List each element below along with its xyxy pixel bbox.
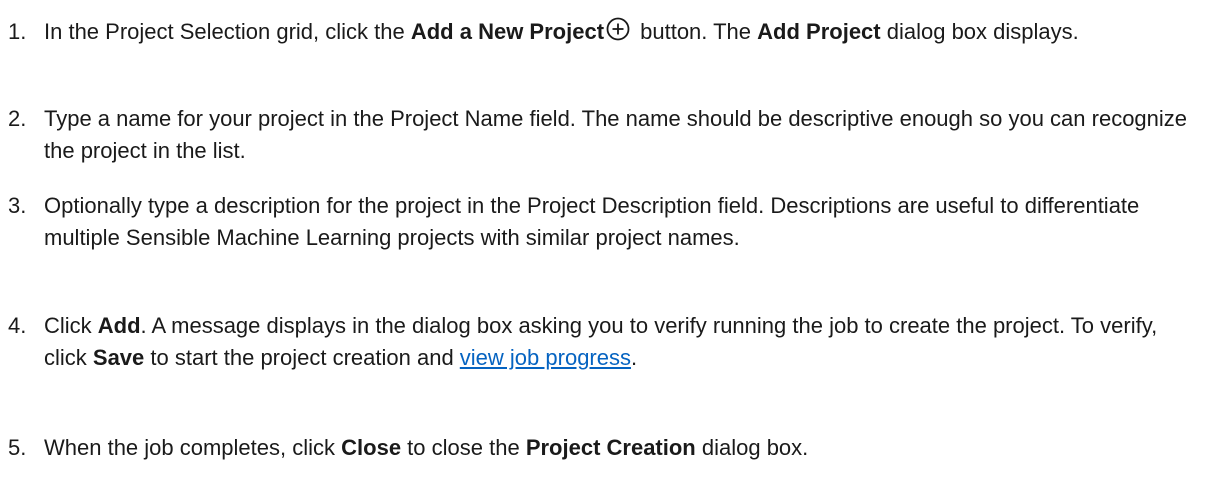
step-text-segment: button. The bbox=[634, 19, 758, 44]
step-number: 3. bbox=[8, 193, 27, 218]
step-text-segment: dialog box displays. bbox=[880, 19, 1079, 44]
project-creation-dialog-label: Project Creation bbox=[525, 435, 696, 460]
step-text-segment: When the job completes, click bbox=[44, 435, 342, 460]
add-label: Add bbox=[97, 313, 141, 338]
step-text-segment: dialog box. bbox=[695, 435, 809, 460]
save-label: Save bbox=[92, 345, 145, 370]
list-item-step-5: 5. When the job completes, click Close t… bbox=[0, 432, 1210, 464]
list-item-step-2: 2. Type a name for your project in the P… bbox=[0, 103, 1210, 167]
step-text-segment: . bbox=[630, 345, 638, 370]
step-text: In the Project Selection grid, click the… bbox=[44, 16, 1194, 48]
add-circle-icon bbox=[606, 17, 630, 41]
step-text-segment: In the Project Selection grid, click the bbox=[44, 19, 411, 44]
step-number: 2. bbox=[8, 106, 27, 131]
list-item-step-4: 4. Click Add. A message displays in the … bbox=[0, 310, 1210, 374]
list-item-step-1: 1. In the Project Selection grid, click … bbox=[0, 16, 1210, 48]
step-text-segment: to start the project creation and bbox=[144, 345, 460, 370]
add-new-project-label: Add a New Project bbox=[410, 19, 605, 44]
add-project-dialog-label: Add Project bbox=[757, 19, 881, 44]
step-number: 4. bbox=[8, 313, 27, 338]
step-text: Optionally type a description for the pr… bbox=[44, 193, 1140, 250]
step-number: 1. bbox=[8, 19, 27, 44]
view-job-progress-link[interactable]: view job progress bbox=[460, 345, 631, 370]
step-text-segment: Click bbox=[44, 313, 98, 338]
step-text: Click Add. A message displays in the dia… bbox=[44, 310, 1194, 374]
step-text: When the job completes, click Close to c… bbox=[44, 432, 1194, 464]
step-text: Type a name for your project in the Proj… bbox=[44, 106, 1188, 163]
step-text-segment: to close the bbox=[401, 435, 526, 460]
instruction-list: 1. In the Project Selection grid, click … bbox=[0, 0, 1223, 493]
step-number: 5. bbox=[8, 435, 27, 460]
list-item-step-3: 3. Optionally type a description for the… bbox=[0, 190, 1210, 254]
close-label: Close bbox=[341, 435, 402, 460]
